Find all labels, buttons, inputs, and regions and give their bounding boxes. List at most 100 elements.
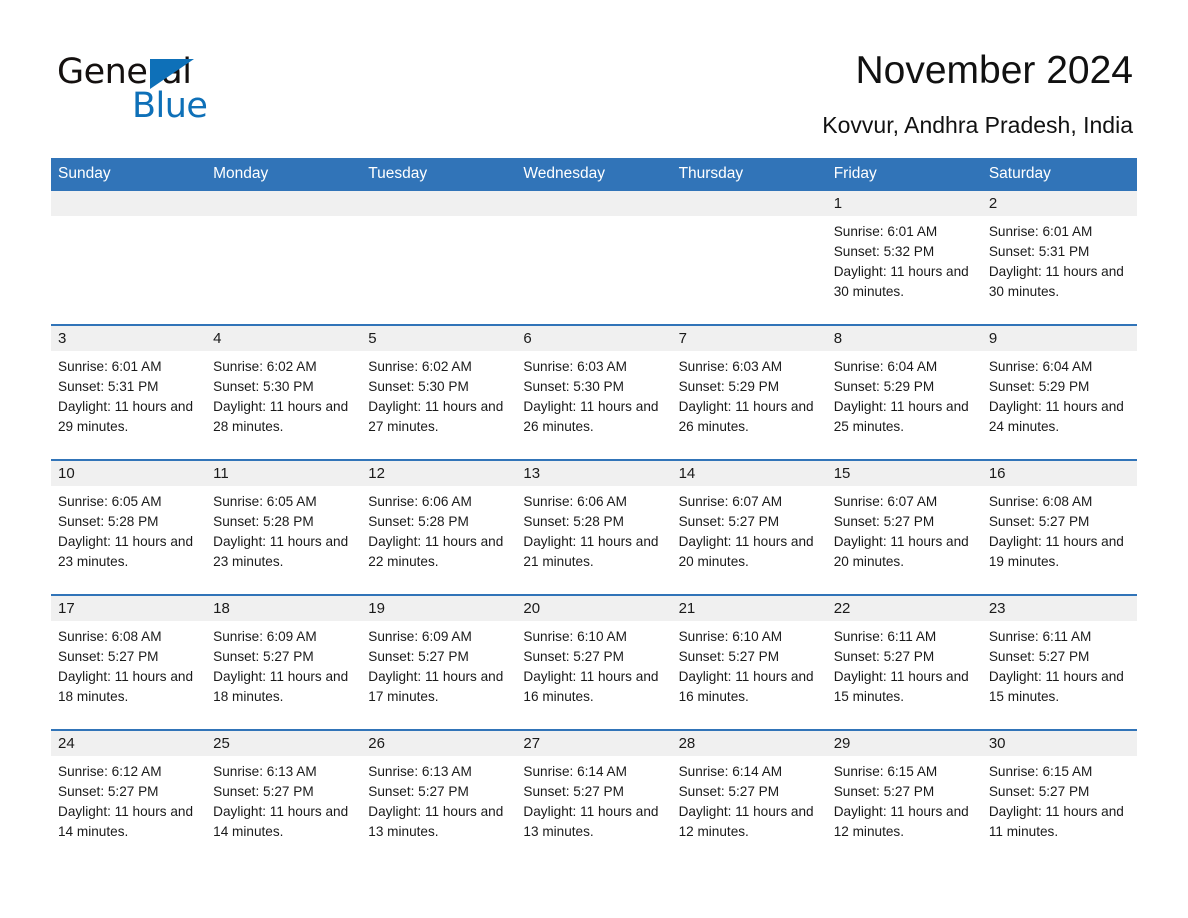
calendar-week-row: 24 Sunrise: 6:12 AM Sunset: 5:27 PM Dayligh… [51, 729, 1137, 864]
calendar-day-cell[interactable]: 11 Sunrise: 6:05 AM Sunset: 5:28 PM Dayligh… [206, 459, 362, 595]
sunset-text: Sunset: 5:31 PM [988, 244, 1090, 259]
sunrise-text: Sunrise: 6:01 AM [833, 224, 938, 239]
sunset-text: Sunset: 5:30 PM [213, 379, 314, 394]
day-details: Sunrise: 6:01 AM Sunset: 5:32 PM Daylight:… [827, 216, 982, 302]
calendar-grid: Sunday Monday Tuesday Wednesday Thursday Frid… [51, 158, 1137, 864]
calendar-day-cell[interactable]: 4 Sunrise: 6:02 AM Sunset: 5:30 PM Daylight… [206, 324, 362, 460]
sunset-text: Sunset: 5:27 PM [678, 649, 780, 664]
calendar-day-cell[interactable]: 6 Sunrise: 6:03 AM Sunset: 5:30 PM Daylight… [516, 324, 672, 460]
day-details: Sunrise: 6:03 AM Sunset: 5:29 PM Daylight:… [672, 351, 827, 437]
sunrise-text: Sunrise: 6:06 AM [523, 494, 627, 509]
day-number: 20 [516, 596, 672, 621]
calendar-day-cell[interactable]: 12 Sunrise: 6:06 AM Sunset: 5:28 PM Dayligh… [361, 459, 517, 595]
calendar-day-cell[interactable]: 28 Sunrise: 6:14 AM Sunset: 5:27 PM Dayligh… [671, 729, 827, 864]
logo-triangle-icon [150, 59, 194, 89]
calendar-day-cell[interactable]: 5 Sunrise: 6:02 AM Sunset: 5:30 PM Daylight… [361, 324, 517, 460]
calendar-day-cell[interactable]: 24 Sunrise: 6:12 AM Sunset: 5:27 PM Dayligh… [51, 729, 207, 864]
daylight-text: Daylight: 11 hours and 23 minutes. [58, 534, 194, 569]
sunrise-text: Sunrise: 6:09 AM [368, 629, 472, 644]
daylight-text: Daylight: 11 hours and 24 minutes. [988, 399, 1124, 434]
sunrise-text: Sunrise: 6:11 AM [988, 629, 1092, 644]
sunrise-text: Sunrise: 6:13 AM [213, 764, 317, 779]
calendar-day-cell[interactable]: 14 Sunrise: 6:07 AM Sunset: 5:27 PM Dayligh… [671, 459, 827, 595]
calendar-week-row: 3 Sunrise: 6:01 AM Sunset: 5:31 PM Daylight… [51, 324, 1137, 460]
day-number: 10 [51, 461, 207, 486]
daylight-text: Daylight: 11 hours and 26 minutes. [678, 399, 814, 434]
calendar-day-cell[interactable]: 16 Sunrise: 6:08 AM Sunset: 5:27 PM Dayligh… [981, 459, 1137, 595]
calendar-day-cell[interactable]: 9 Sunrise: 6:04 AM Sunset: 5:29 PM Daylight… [981, 324, 1137, 460]
daylight-text: Daylight: 11 hours and 29 minutes. [58, 399, 194, 434]
day-details: Sunrise: 6:14 AM Sunset: 5:27 PM Daylight:… [516, 756, 671, 842]
calendar-day-cell[interactable]: 2 Sunrise: 6:01 AM Sunset: 5:31 PM Daylight… [981, 191, 1137, 325]
calendar-day-cell[interactable]: 21 Sunrise: 6:10 AM Sunset: 5:27 PM Dayligh… [671, 594, 827, 730]
day-number: 16 [981, 461, 1137, 486]
sunset-text: Sunset: 5:32 PM [833, 244, 935, 259]
sunrise-text: Sunrise: 6:01 AM [58, 359, 162, 374]
sunset-text: Sunset: 5:27 PM [988, 649, 1090, 664]
day-number: 9 [981, 326, 1137, 351]
day-details: Sunrise: 6:07 AM Sunset: 5:27 PM Daylight:… [827, 486, 982, 572]
day-details: Sunrise: 6:10 AM Sunset: 5:27 PM Daylight:… [672, 621, 827, 707]
sunrise-text: Sunrise: 6:12 AM [58, 764, 162, 779]
sunset-text: Sunset: 5:27 PM [523, 784, 624, 799]
day-details: Sunrise: 6:12 AM Sunset: 5:27 PM Daylight:… [51, 756, 206, 842]
weekday-header-friday: Friday [826, 158, 982, 191]
calendar-day-cell[interactable]: 25 Sunrise: 6:13 AM Sunset: 5:27 PM Dayligh… [206, 729, 362, 864]
day-number: 30 [981, 731, 1137, 756]
daylight-text: Daylight: 11 hours and 11 minutes. [988, 804, 1124, 839]
calendar-day-cell[interactable]: 27 Sunrise: 6:14 AM Sunset: 5:27 PM Dayligh… [516, 729, 672, 864]
weekday-header-sunday: Sunday [51, 158, 207, 191]
calendar-day-cell[interactable]: 22 Sunrise: 6:11 AM Sunset: 5:27 PM Dayligh… [826, 594, 982, 730]
calendar-day-cell[interactable]: 3 Sunrise: 6:01 AM Sunset: 5:31 PM Daylight… [51, 324, 207, 460]
sunset-text: Sunset: 5:27 PM [833, 784, 935, 799]
calendar-day-cell[interactable]: 17 Sunrise: 6:08 AM Sunset: 5:27 PM Dayligh… [51, 594, 207, 730]
sunset-text: Sunset: 5:27 PM [58, 784, 159, 799]
calendar-day-cell[interactable]: 7 Sunrise: 6:03 AM Sunset: 5:29 PM Daylight… [671, 324, 827, 460]
logo-text-blue: Blue [132, 86, 208, 126]
calendar-day-cell[interactable]: 26 Sunrise: 6:13 AM Sunset: 5:27 PM Dayligh… [361, 729, 517, 864]
page-title: November 2024 [855, 49, 1134, 92]
sunset-text: Sunset: 5:27 PM [213, 649, 314, 664]
calendar-day-cell[interactable]: 15 Sunrise: 6:07 AM Sunset: 5:27 PM Dayligh… [826, 459, 982, 595]
sunset-text: Sunset: 5:29 PM [833, 379, 935, 394]
day-number: 1 [826, 191, 982, 216]
calendar-day-cell[interactable]: 19 Sunrise: 6:09 AM Sunset: 5:27 PM Dayligh… [361, 594, 517, 730]
calendar-day-cell[interactable]: 1 Sunrise: 6:01 AM Sunset: 5:32 PM Daylight… [826, 191, 982, 325]
sunset-text: Sunset: 5:27 PM [988, 514, 1090, 529]
day-number [206, 191, 362, 216]
sunrise-text: Sunrise: 6:11 AM [833, 629, 937, 644]
sunrise-text: Sunrise: 6:10 AM [678, 629, 783, 644]
daylight-text: Daylight: 11 hours and 19 minutes. [988, 534, 1124, 569]
day-details: Sunrise: 6:06 AM Sunset: 5:28 PM Daylight:… [516, 486, 671, 572]
calendar-day-cell[interactable]: 13 Sunrise: 6:06 AM Sunset: 5:28 PM Dayligh… [516, 459, 672, 595]
calendar-week-row: 17 Sunrise: 6:08 AM Sunset: 5:27 PM Dayligh… [51, 594, 1137, 730]
calendar-day-cell[interactable]: 29 Sunrise: 6:15 AM Sunset: 5:27 PM Dayligh… [826, 729, 982, 864]
calendar-body: 1 Sunrise: 6:01 AM Sunset: 5:32 PM Daylight… [51, 191, 1137, 864]
generalblue-logo[interactable]: General Blue [57, 52, 317, 132]
day-number: 29 [826, 731, 982, 756]
calendar-table: Sunday Monday Tuesday Wednesday Thursday Frid… [51, 158, 1137, 864]
page-header: General Blue November 2024 Kovvur, Andhr… [0, 0, 1188, 158]
day-number: 26 [361, 731, 517, 756]
sunrise-text: Sunrise: 6:02 AM [368, 359, 472, 374]
calendar-day-cell[interactable]: 23 Sunrise: 6:11 AM Sunset: 5:27 PM Dayligh… [981, 594, 1137, 730]
day-number: 22 [826, 596, 982, 621]
daylight-text: Daylight: 11 hours and 30 minutes. [988, 264, 1124, 299]
day-number: 3 [51, 326, 207, 351]
sunrise-text: Sunrise: 6:15 AM [833, 764, 938, 779]
sunrise-text: Sunrise: 6:07 AM [833, 494, 938, 509]
daylight-text: Daylight: 11 hours and 28 minutes. [213, 399, 349, 434]
calendar-day-cell[interactable]: 10 Sunrise: 6:05 AM Sunset: 5:28 PM Dayligh… [51, 459, 207, 595]
calendar-day-cell[interactable]: 20 Sunrise: 6:10 AM Sunset: 5:27 PM Dayligh… [516, 594, 672, 730]
calendar-day-cell[interactable]: 30 Sunrise: 6:15 AM Sunset: 5:27 PM Dayligh… [981, 729, 1137, 864]
weekday-header-saturday: Saturday [981, 158, 1137, 191]
sunset-text: Sunset: 5:28 PM [58, 514, 159, 529]
calendar-day-cell[interactable]: 8 Sunrise: 6:04 AM Sunset: 5:29 PM Daylight… [826, 324, 982, 460]
day-details: Sunrise: 6:05 AM Sunset: 5:28 PM Daylight:… [206, 486, 361, 572]
sunset-text: Sunset: 5:27 PM [988, 784, 1090, 799]
day-number: 19 [361, 596, 517, 621]
sunset-text: Sunset: 5:27 PM [213, 784, 314, 799]
day-details: Sunrise: 6:02 AM Sunset: 5:30 PM Daylight:… [206, 351, 361, 437]
daylight-text: Daylight: 11 hours and 16 minutes. [523, 669, 659, 704]
calendar-day-cell[interactable]: 18 Sunrise: 6:09 AM Sunset: 5:27 PM Dayligh… [206, 594, 362, 730]
